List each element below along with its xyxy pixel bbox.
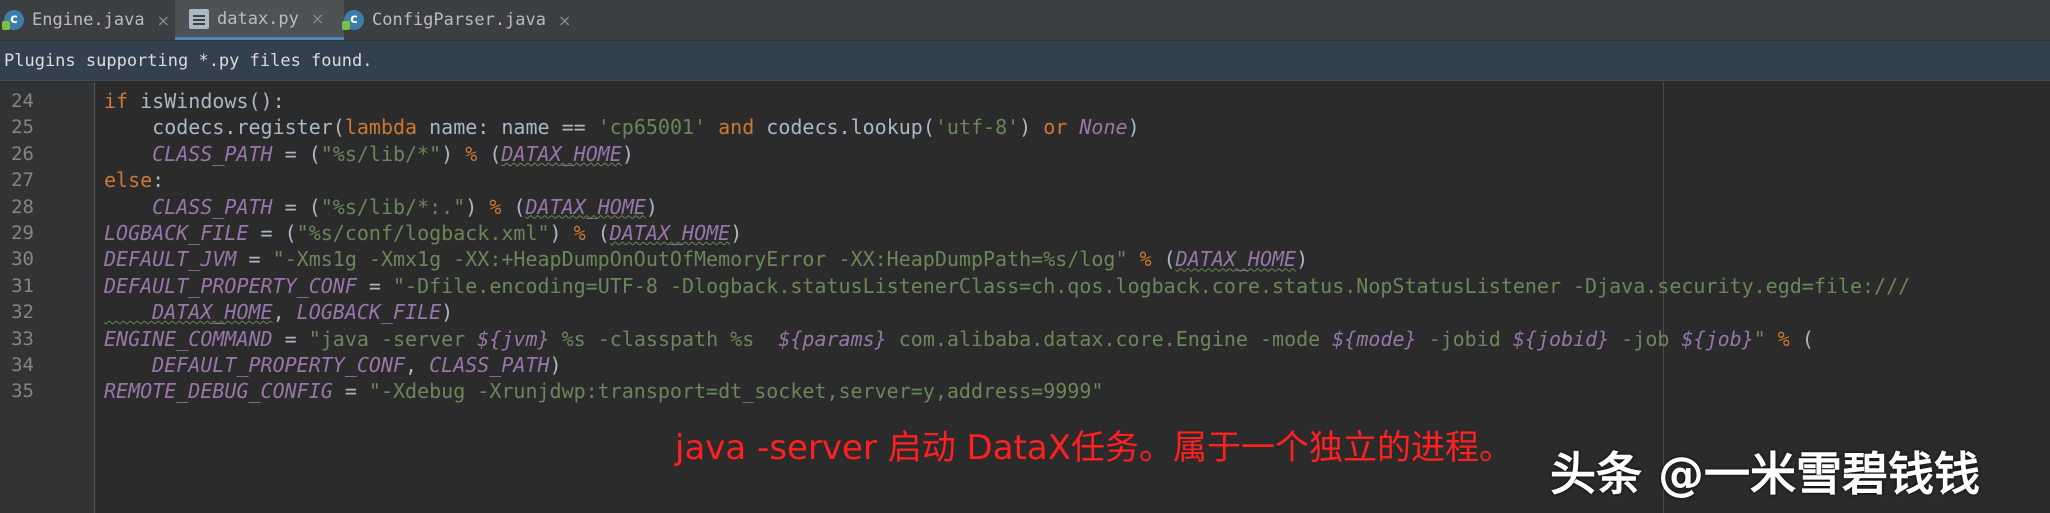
editor-tab-bar: c Engine.java × datax.py × c ConfigParse… <box>0 0 2050 41</box>
code-line[interactable]: 35 REMOTE_DEBUG_CONFIG = "-Xdebug -Xrunjd… <box>0 374 2050 408</box>
tab-engine-java[interactable]: c Engine.java × <box>0 0 174 40</box>
watermark: 头条 @一米雪碧钱钱 <box>1550 447 1981 501</box>
code-text: REMOTE_DEBUG_CONFIG = "-Xdebug -Xrunjdwp… <box>104 379 1104 404</box>
plugin-notification-bar[interactable]: Plugins supporting *.py files found. <box>0 41 2050 81</box>
tab-configparser-java[interactable]: c ConfigParser.java × <box>340 0 584 40</box>
python-file-icon <box>189 8 209 29</box>
tab-label: Engine.java <box>32 10 145 30</box>
java-class-icon: c <box>342 10 364 30</box>
close-icon[interactable]: × <box>311 9 324 28</box>
java-class-icon: c <box>2 10 24 30</box>
close-icon[interactable]: × <box>157 11 170 30</box>
tab-label: ConfigParser.java <box>372 10 546 30</box>
tab-datax-py[interactable]: datax.py × <box>175 0 344 40</box>
notification-text: Plugins supporting *.py files found. <box>4 51 373 71</box>
close-icon[interactable]: × <box>558 11 571 30</box>
annotation-text: java -server 启动 DataX任务。属于一个独立的进程。 <box>675 428 1514 468</box>
tab-label: datax.py <box>217 8 299 29</box>
line-number: 35 <box>11 380 34 403</box>
